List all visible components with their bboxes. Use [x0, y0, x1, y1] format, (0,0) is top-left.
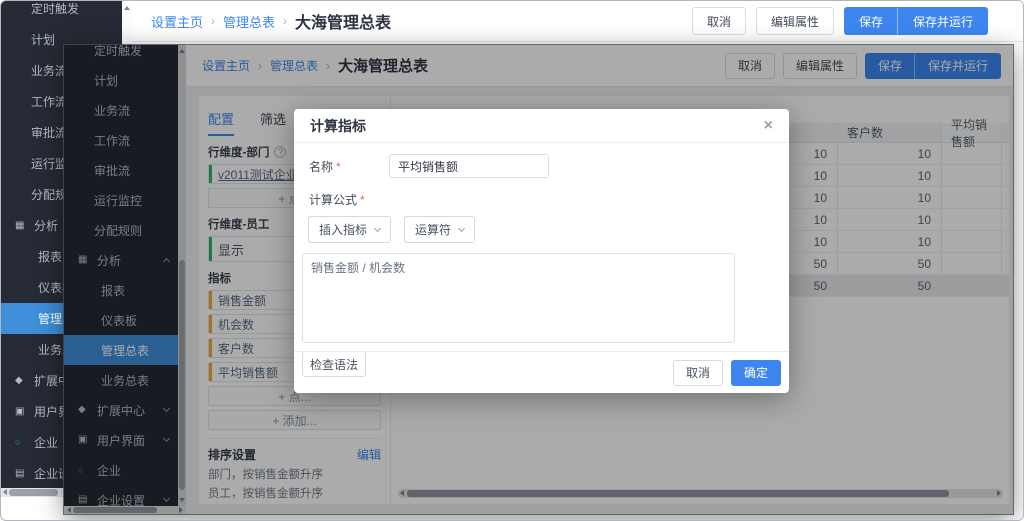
sidebar-item-icon: ○ [15, 438, 30, 447]
sidebar-item-icon: ◆ [15, 376, 30, 386]
scrollbar-thumb[interactable] [9, 489, 58, 496]
sidebar-item-label: 企业 [34, 434, 58, 451]
breadcrumb-separator: › [283, 14, 287, 28]
dialog-body: 名称* 计算公式* 插入指标 运算符 [294, 143, 789, 377]
label-text: 计算公式 [309, 193, 357, 207]
formula-label: 计算公式* [309, 191, 365, 208]
required-mark: * [336, 160, 341, 174]
scroll-left-icon[interactable] [3, 489, 7, 495]
breadcrumb-link[interactable]: 管理总表 [223, 12, 275, 31]
name-field-row: 名称* [309, 154, 775, 178]
scroll-up-icon[interactable] [124, 6, 130, 10]
cancel-button[interactable]: 取消 [692, 7, 746, 35]
dropdown-label: 插入指标 [319, 221, 367, 238]
breadcrumb-separator: › [211, 14, 215, 28]
sidebar-item-label: 工作流 [31, 93, 67, 110]
inner-window: 定时触发 计划 业务流 [64, 45, 1013, 514]
name-label: 名称* [309, 158, 389, 175]
sidebar-item-label: 计划 [31, 31, 55, 48]
sidebar-item-label: 审批流 [31, 124, 67, 141]
chevron-down-icon [458, 224, 465, 231]
save-and-run-button[interactable]: 保存并运行 [898, 7, 988, 35]
dialog-ok-button[interactable]: 确定 [731, 360, 781, 386]
metric-name-input[interactable] [389, 154, 549, 178]
sidebar-item-label: 业务流 [31, 62, 67, 79]
dialog-footer: 取消 确定 [294, 351, 789, 393]
dropdown-label: 运算符 [415, 221, 451, 238]
sidebar-item-icon: ▦ [15, 221, 30, 231]
breadcrumb: 设置主页 › 管理总表 › 大海管理总表 [151, 9, 391, 33]
formula-label-row: 计算公式* [309, 191, 775, 208]
sidebar-item-label: 分析 [34, 217, 58, 234]
dialog-cancel-button[interactable]: 取消 [673, 360, 723, 386]
sidebar-item-label: 定时触发 [31, 1, 79, 17]
insert-metric-dropdown[interactable]: 插入指标 [308, 216, 391, 243]
outer-actions: 取消 编辑属性 保存 保存并运行 [692, 7, 988, 35]
page-title: 大海管理总表 [295, 9, 391, 33]
chevron-down-icon [374, 224, 381, 231]
edit-properties-button[interactable]: 编辑属性 [756, 7, 834, 35]
dialog-header: 计算指标 × [294, 109, 789, 143]
formula-textarea[interactable]: 销售金额 / 机会数 [302, 253, 735, 343]
outer-topbar: 设置主页 › 管理总表 › 大海管理总表 取消 编辑属性 保存 保存并运行 [132, 1, 1023, 42]
dialog-title: 计算指标 [310, 116, 366, 136]
sidebar-item-icon: ▣ [15, 407, 30, 417]
sidebar-item[interactable]: 定时触发 [1, 1, 122, 24]
sidebar-item-icon: ▤ [15, 469, 30, 479]
required-mark: * [360, 193, 365, 207]
close-icon[interactable]: × [764, 118, 773, 134]
calculated-metric-dialog: 计算指标 × 名称* 计算公式* 插入指标 [294, 109, 789, 393]
sidebar-item-label: 报表 [38, 248, 62, 265]
app-window: 定时触发 计划 业务流 工作流 [0, 0, 1024, 521]
breadcrumb-link[interactable]: 设置主页 [151, 12, 203, 31]
save-button-group: 保存 保存并运行 [844, 7, 988, 35]
operator-dropdown[interactable]: 运算符 [404, 216, 475, 243]
label-text: 名称 [309, 160, 333, 174]
formula-toolbar: 插入指标 运算符 [308, 216, 775, 243]
save-button[interactable]: 保存 [844, 7, 898, 35]
